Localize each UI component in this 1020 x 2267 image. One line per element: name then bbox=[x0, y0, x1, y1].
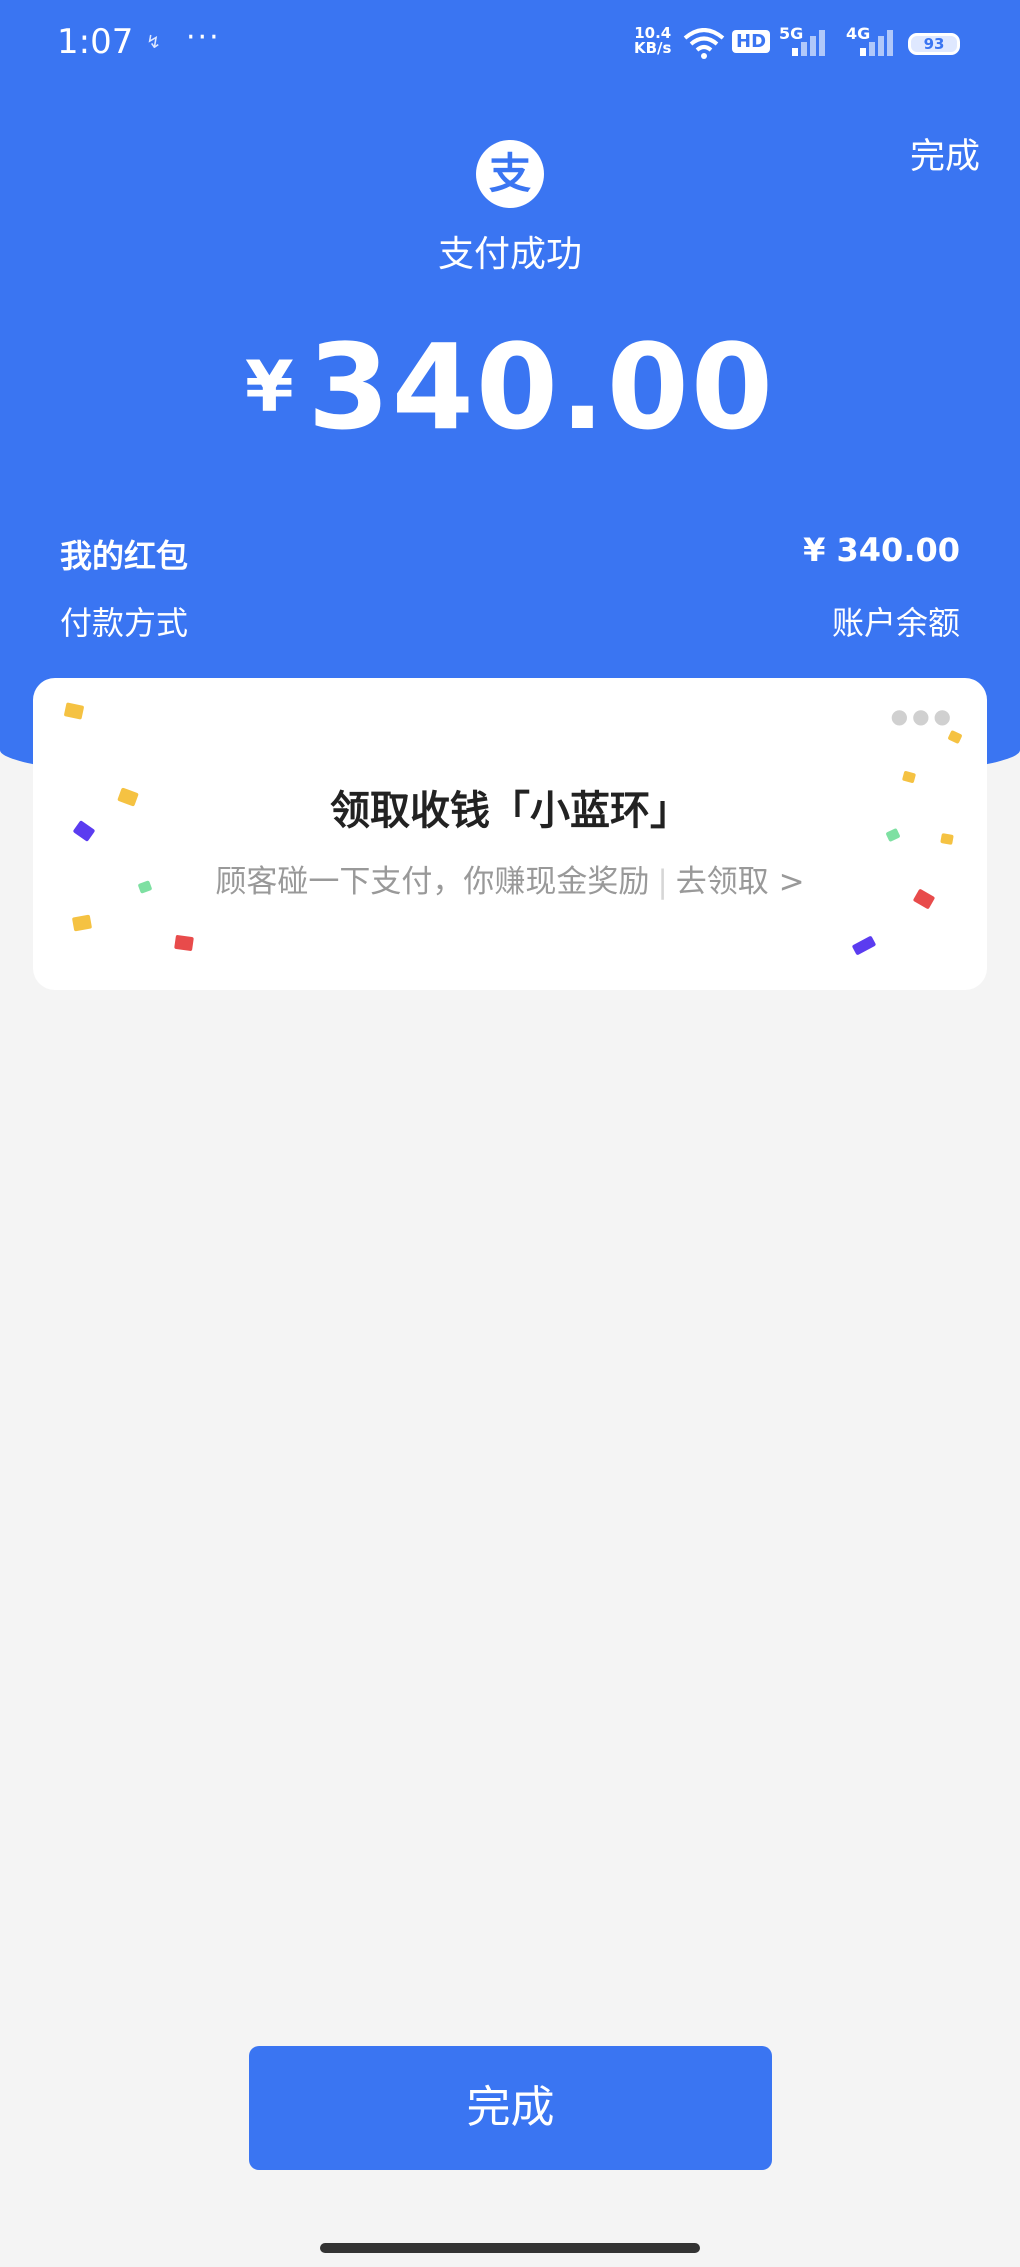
confetti-icon bbox=[174, 934, 194, 952]
hd-voice-badge: HD bbox=[732, 30, 771, 53]
confetti-icon bbox=[63, 702, 85, 720]
payment-method-value: 账户余额 bbox=[831, 604, 960, 642]
claim-link[interactable]: 去领取 bbox=[676, 864, 769, 900]
amount-value: 340.00 bbox=[307, 318, 776, 456]
red-packet-value: ¥ 340.00 bbox=[803, 531, 960, 569]
done-button[interactable]: 完成 bbox=[249, 2046, 772, 2170]
red-packet-label: 我的红包 bbox=[60, 537, 189, 575]
alipay-logo-icon: 支 bbox=[476, 140, 544, 208]
status-bar: 1:07 ↯ ··· 10.4 KB/s HD 5G 4G 93 bbox=[0, 0, 1020, 90]
signal-bars-icon bbox=[792, 30, 825, 56]
promo-title: 领取收钱「小蓝环」 bbox=[330, 788, 690, 834]
promo-card[interactable]: ●●● 领取收钱「小蓝环」 顾客碰一下支付，你赚现金奖励 | 去领取 > bbox=[33, 678, 987, 990]
more-notifications-icon: ··· bbox=[186, 20, 221, 55]
confetti-icon bbox=[71, 914, 93, 932]
top-done-button[interactable]: 完成 bbox=[910, 128, 980, 179]
currency-symbol: ¥ bbox=[244, 346, 294, 428]
more-options-icon[interactable]: ●●● bbox=[891, 704, 955, 728]
status-time: 1:07 bbox=[57, 22, 134, 62]
wifi-icon bbox=[683, 28, 725, 59]
signal-bars-icon bbox=[860, 30, 893, 56]
chevron-right-icon: > bbox=[778, 864, 805, 900]
promo-separator: | bbox=[657, 864, 668, 900]
payment-amount: ¥340.00 bbox=[0, 318, 1020, 456]
battery-icon: 93 bbox=[908, 33, 960, 55]
promo-subtitle-row: 顾客碰一下支付，你赚现金奖励 | 去领取 > bbox=[33, 856, 987, 901]
confetti-icon bbox=[851, 935, 877, 956]
payment-method-label: 付款方式 bbox=[60, 604, 189, 642]
notification-icon: ↯ bbox=[146, 32, 162, 53]
promo-subtitle: 顾客碰一下支付，你赚现金奖励 bbox=[215, 864, 650, 900]
network-speed-unit: KB/s bbox=[634, 39, 672, 57]
home-indicator[interactable] bbox=[320, 2243, 700, 2253]
payment-status: 支付成功 bbox=[437, 234, 582, 275]
confetti-icon bbox=[947, 729, 963, 745]
network-speed: 10.4 KB/s bbox=[634, 26, 671, 56]
